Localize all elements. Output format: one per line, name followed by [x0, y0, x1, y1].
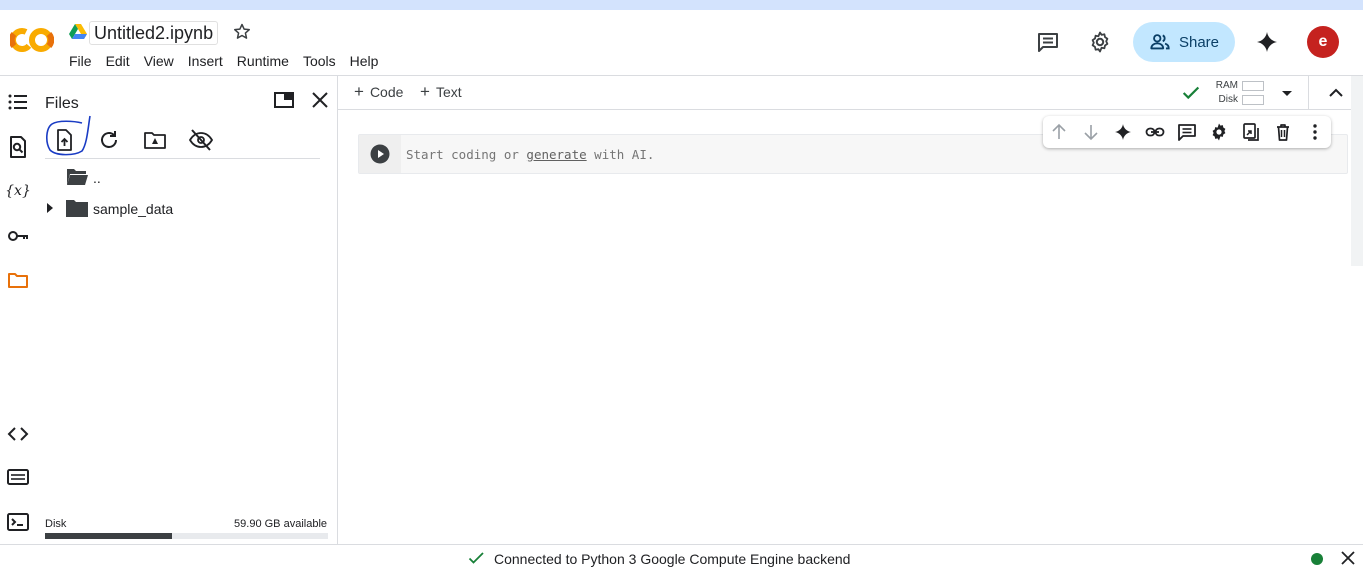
connected-check-icon	[468, 552, 484, 564]
notebook-toolbar: + Code + Text RAM Disk	[338, 76, 1363, 110]
find-icon[interactable]	[6, 135, 30, 159]
menu-file[interactable]: File	[62, 52, 99, 70]
plus-icon: +	[354, 82, 364, 101]
google-drive-icon	[69, 24, 87, 39]
tree-item-label: ..	[93, 170, 101, 186]
settings-gear-icon[interactable]	[1209, 122, 1229, 142]
files-panel-title: Files	[45, 95, 79, 112]
mirror-cell-icon[interactable]	[1241, 122, 1261, 142]
settings-gear-icon[interactable]	[1088, 30, 1112, 54]
cell-placeholder[interactable]: Start coding or generate with AI.	[406, 147, 654, 162]
hand-drawn-circle-annotation	[46, 115, 91, 156]
terminal-icon[interactable]	[6, 510, 30, 534]
cell-toolbar	[1043, 116, 1331, 148]
people-icon	[1150, 34, 1170, 50]
menu-insert[interactable]: Insert	[181, 52, 230, 70]
notebook-main: + Code + Text RAM Disk Start coding or g…	[338, 76, 1363, 544]
close-icon[interactable]	[1340, 550, 1356, 566]
move-down-icon[interactable]	[1081, 122, 1101, 142]
table-of-contents-icon[interactable]	[6, 90, 30, 114]
add-text-button[interactable]: + Text	[420, 82, 462, 101]
variables-icon[interactable]: {x}	[6, 178, 30, 202]
move-up-icon[interactable]	[1049, 122, 1069, 142]
svg-text:{x}: {x}	[6, 183, 30, 199]
tree-item-label: sample_data	[93, 201, 174, 217]
generate-link[interactable]: generate	[526, 147, 586, 162]
close-icon[interactable]	[308, 88, 332, 112]
refresh-icon[interactable]	[96, 127, 122, 153]
gemini-sparkle-icon[interactable]	[1113, 122, 1133, 142]
notebook-title[interactable]: Untitled2.ipynb	[89, 21, 219, 45]
files-folder-icon[interactable]	[6, 268, 30, 292]
files-toolbar-divider	[45, 158, 320, 159]
comment-icon[interactable]	[1177, 122, 1197, 142]
star-icon[interactable]	[232, 22, 252, 42]
ram-usage-bar	[1242, 81, 1264, 91]
files-toolbar	[36, 115, 326, 158]
code-snippets-icon[interactable]	[6, 422, 30, 446]
tree-item-parent[interactable]: ..	[36, 166, 326, 188]
placeholder-text-end: with AI.	[586, 147, 655, 162]
disk-label: Disk	[45, 518, 67, 530]
status-bar: Connected to Python 3 Google Compute Eng…	[0, 544, 1363, 570]
add-code-button[interactable]: + Code	[354, 82, 404, 101]
chevron-up-icon[interactable]	[1326, 83, 1346, 103]
add-text-label: Text	[435, 84, 462, 100]
hide-hidden-files-icon[interactable]	[188, 127, 214, 153]
resource-labels[interactable]: RAM Disk	[1198, 79, 1238, 107]
menu-tools[interactable]: Tools	[296, 52, 343, 70]
tree-item-sample-data[interactable]: sample_data	[36, 197, 326, 219]
files-panel: Files .. sample_data Disk 59.90 GB avail…	[36, 76, 338, 544]
disk-resource-bar	[1242, 95, 1264, 105]
add-code-label: Code	[369, 84, 404, 100]
colab-logo[interactable]	[10, 26, 54, 54]
open-folder-icon	[67, 169, 88, 185]
delete-trash-icon[interactable]	[1273, 122, 1293, 142]
menu-help[interactable]: Help	[343, 52, 386, 70]
play-icon	[370, 144, 390, 164]
ram-label: RAM	[1215, 80, 1238, 91]
expand-caret-icon[interactable]	[44, 202, 56, 214]
mount-drive-icon[interactable]	[142, 127, 168, 153]
secrets-key-icon[interactable]	[6, 224, 30, 248]
share-label: Share	[1178, 33, 1220, 51]
vertical-scrollbar[interactable]	[1351, 76, 1363, 266]
connection-status-dot	[1311, 553, 1323, 565]
link-icon[interactable]	[1145, 122, 1165, 142]
folder-icon	[66, 200, 88, 217]
menu-bar: File Edit View Insert Runtime Tools Help	[62, 52, 385, 70]
open-in-tab-icon[interactable]	[272, 88, 296, 112]
disk-usage-fill	[45, 533, 173, 539]
share-button[interactable]: Share	[1133, 22, 1235, 62]
disk-resource-label: Disk	[1218, 94, 1238, 105]
comment-icon[interactable]	[1036, 30, 1060, 54]
status-text: Connected to Python 3 Google Compute Eng…	[494, 551, 851, 567]
more-vert-icon[interactable]	[1305, 122, 1325, 142]
toolbar-divider	[1308, 76, 1309, 110]
menu-runtime[interactable]: Runtime	[230, 52, 296, 70]
app-header: Untitled2.ipynb File Edit View Insert Ru…	[0, 10, 1363, 76]
disk-available: 59.90 GB available	[234, 518, 327, 530]
browser-top-strip	[0, 0, 1363, 10]
account-avatar[interactable]: e	[1307, 26, 1339, 58]
left-rail: {x}	[0, 76, 36, 544]
runtime-dropdown-icon[interactable]	[1278, 84, 1296, 102]
menu-edit[interactable]: Edit	[99, 52, 137, 70]
command-palette-icon[interactable]	[6, 465, 30, 489]
gemini-sparkle-icon[interactable]	[1255, 30, 1279, 54]
placeholder-text: Start coding or	[406, 147, 527, 162]
plus-icon: +	[420, 82, 430, 101]
menu-view[interactable]: View	[137, 52, 181, 70]
run-cell-button[interactable]	[359, 135, 401, 173]
disk-usage-bar	[45, 533, 328, 539]
